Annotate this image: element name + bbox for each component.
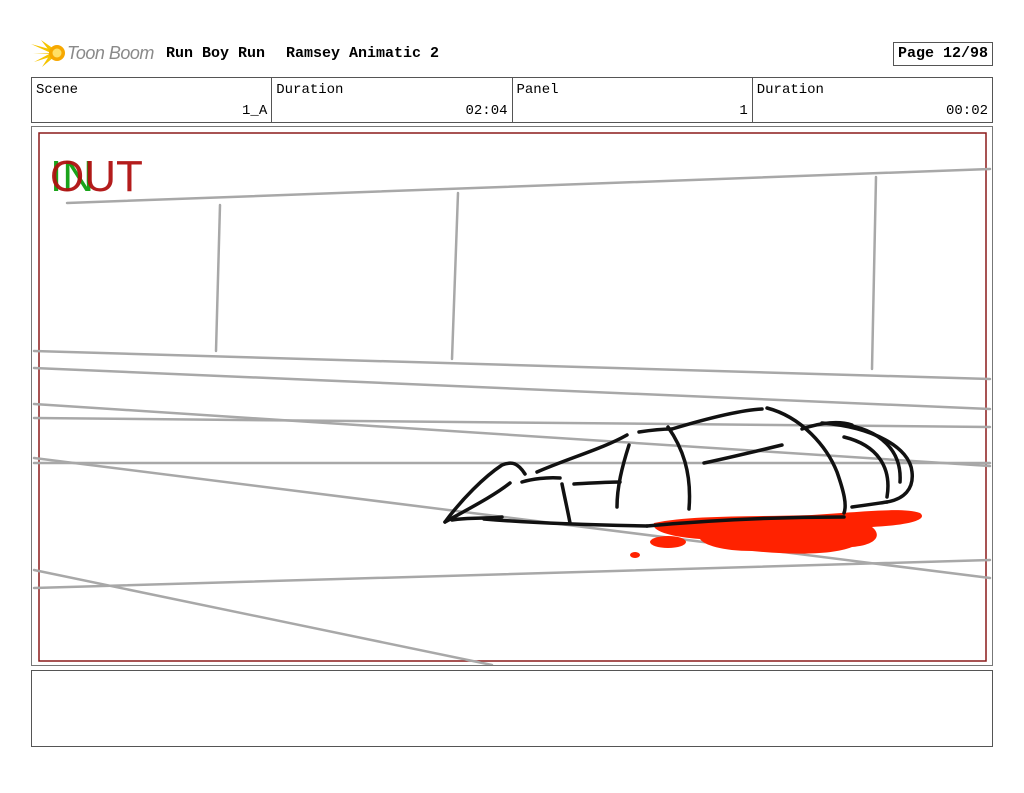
panel-duration-label: Duration — [756, 82, 824, 98]
page-number: Page 12/98 — [892, 42, 993, 66]
starburst-icon — [31, 40, 65, 67]
panel-cell: Panel 1 — [513, 78, 753, 122]
logo-text: Toon Boom — [67, 43, 154, 63]
project-title: Run Boy Run — [166, 45, 266, 62]
panel-info-row: Scene 1_A Duration 02:04 Panel 1 Duratio… — [31, 77, 993, 123]
page-header: Toon Boom Run Boy Run Ramsey Animatic 2 … — [31, 36, 993, 70]
storyboard-panel: IN OUT — [31, 126, 993, 666]
panel-drawing: IN OUT — [32, 132, 992, 665]
camera-frame — [38, 132, 987, 662]
panel-value: 1 — [739, 103, 748, 119]
panel-label: Panel — [516, 82, 559, 98]
scene-value: 1_A — [242, 103, 268, 119]
scene-duration-label: Duration — [276, 82, 344, 98]
panel-duration-cell: Duration 00:02 — [753, 78, 992, 122]
panel-duration-value: 00:02 — [945, 103, 988, 119]
scene-label: Scene — [36, 82, 79, 98]
background-guide-lines — [32, 167, 992, 665]
scene-duration-cell: Duration 02:04 — [272, 78, 513, 122]
scene-cell: Scene 1_A — [32, 78, 273, 122]
scene-duration-value: 02:04 — [465, 103, 508, 119]
project-subtitle: Ramsey Animatic 2 — [286, 45, 440, 62]
fallen-figure-sketch — [443, 406, 914, 528]
panel-notes-box — [31, 670, 993, 747]
out-label: OUT — [50, 152, 143, 201]
toon-boom-logo: Toon Boom — [31, 38, 161, 68]
